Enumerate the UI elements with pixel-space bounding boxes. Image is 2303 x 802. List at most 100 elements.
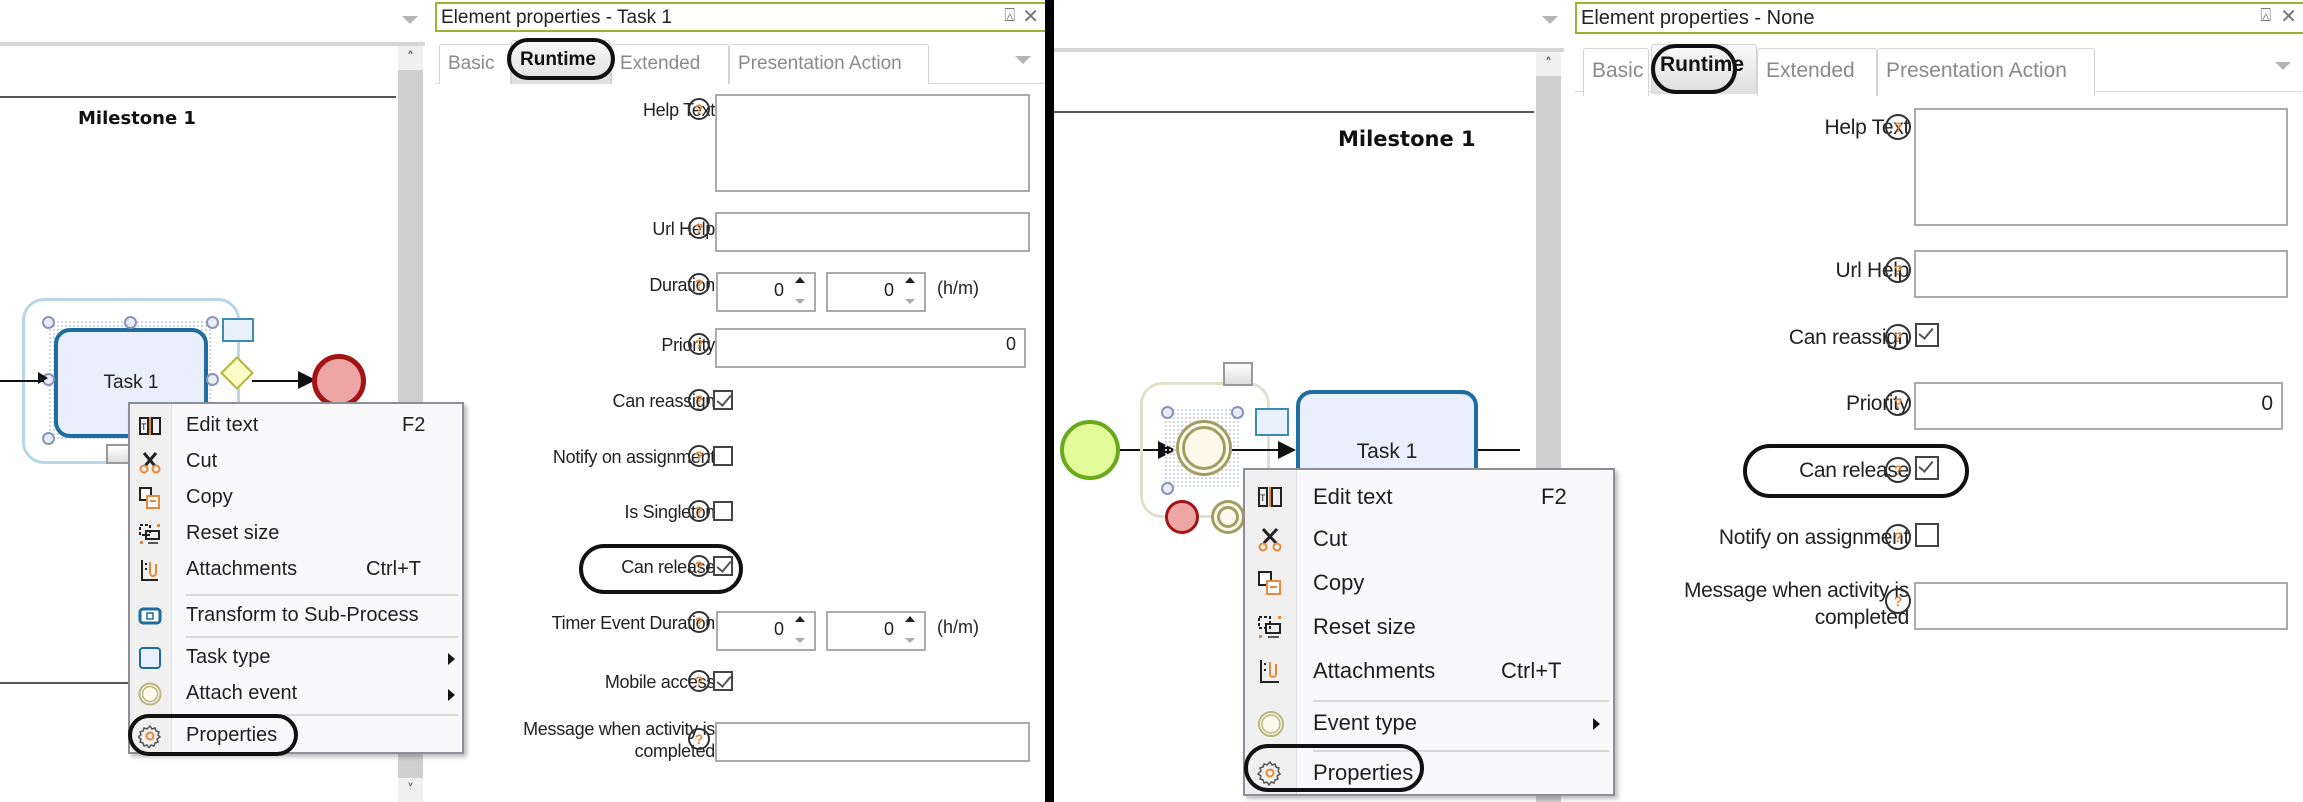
menu-item-cut[interactable]: Cut [130, 444, 462, 480]
help-icon[interactable]: ? [1885, 524, 1911, 550]
url-help-input[interactable] [1914, 250, 2288, 298]
scroll-down-arrow[interactable]: ˅ [398, 778, 423, 802]
resize-handle[interactable] [206, 373, 219, 386]
can-reassign-checkbox[interactable] [713, 390, 733, 410]
resize-handle[interactable] [1231, 406, 1244, 419]
help-text-textarea[interactable] [715, 94, 1030, 192]
menu-item-event-type[interactable]: Event type [1245, 702, 1613, 746]
spin-up-icon[interactable] [905, 277, 915, 283]
menu-item-reset-size[interactable]: Reset size [130, 516, 462, 552]
menu-item-task-type[interactable]: Task type [130, 640, 462, 676]
menu-item-edit-text[interactable]: T Edit text F2 [130, 408, 462, 444]
priority-input[interactable]: 0 [1914, 382, 2283, 430]
tabs-overflow-icon[interactable] [2275, 62, 2291, 70]
menu-item-attach-event[interactable]: Attach event [130, 676, 462, 712]
notify-on-assignment-checkbox[interactable] [713, 446, 733, 466]
duration-minutes-spinner[interactable]: 0 [826, 272, 926, 312]
annotation-shortcut[interactable] [1223, 362, 1253, 386]
menu-item-cut[interactable]: Cut [1245, 518, 1613, 562]
canvas-dropdown-icon[interactable] [1542, 16, 1558, 24]
spin-down-icon[interactable] [795, 299, 805, 304]
tab-basic[interactable]: Basic [1583, 48, 1649, 96]
annotation-shortcut[interactable] [106, 444, 130, 464]
menu-item-edit-text[interactable]: T Edit text F2 [1245, 474, 1613, 518]
message-completed-input[interactable] [1914, 582, 2288, 630]
duration-hours-spinner[interactable]: 0 [716, 272, 816, 312]
is-singleton-checkbox[interactable] [713, 501, 733, 521]
notify-on-assignment-checkbox[interactable] [1915, 523, 1939, 547]
add-task-shortcut[interactable] [1255, 408, 1289, 436]
tab-extended[interactable]: Extended [1757, 48, 1877, 96]
help-icon[interactable]: ? [688, 389, 710, 411]
add-task-shortcut[interactable] [222, 318, 254, 342]
message-completed-input[interactable] [715, 722, 1030, 762]
menu-item-label: Task type [186, 646, 271, 668]
help-icon[interactable]: ? [688, 273, 710, 295]
start-event[interactable] [1060, 420, 1120, 480]
help-icon[interactable]: ? [1885, 390, 1911, 416]
close-icon[interactable]: ✕ [1022, 4, 1039, 28]
timer-hours-spinner[interactable]: 0 [716, 611, 816, 651]
menu-item-copy[interactable]: Copy [1245, 562, 1613, 606]
help-icon[interactable]: ? [688, 98, 710, 120]
spin-down-icon[interactable] [795, 638, 805, 643]
menu-item-properties[interactable]: Properties [130, 718, 462, 754]
resize-handle[interactable] [124, 316, 137, 329]
end-event-shortcut[interactable] [1165, 500, 1199, 534]
can-reassign-checkbox[interactable] [1915, 323, 1939, 347]
spin-up-icon[interactable] [795, 616, 805, 622]
tab-presentation-action[interactable]: Presentation Action [1877, 48, 2095, 96]
tab-presentation-action[interactable]: Presentation Action [729, 44, 929, 84]
pin-icon[interactable]: ⍓ [2260, 5, 2271, 26]
menu-item-reset-size[interactable]: Reset size [1245, 606, 1613, 650]
tab-runtime[interactable]: Runtime [511, 40, 611, 84]
menu-item-properties[interactable]: Properties [1245, 752, 1613, 796]
help-icon[interactable]: ? [688, 555, 710, 577]
help-icon[interactable]: ? [1885, 324, 1911, 350]
menu-item-copy[interactable]: Copy [130, 480, 462, 516]
spin-down-icon[interactable] [905, 638, 915, 643]
pin-icon[interactable]: ⍓ [1004, 5, 1015, 26]
help-icon[interactable]: ? [1885, 588, 1911, 614]
tab-runtime[interactable]: Runtime [1651, 44, 1757, 94]
timer-minutes-spinner[interactable]: 0 [826, 611, 926, 651]
help-icon[interactable]: ? [1885, 457, 1911, 483]
can-release-checkbox[interactable] [1915, 456, 1939, 480]
help-icon[interactable]: ? [1885, 257, 1911, 283]
scroll-up-arrow[interactable]: ˄ [398, 46, 423, 70]
resize-handle[interactable] [1161, 482, 1174, 495]
resize-handle[interactable] [42, 316, 55, 329]
end-event[interactable] [312, 354, 366, 408]
priority-input[interactable]: 0 [715, 328, 1026, 368]
help-icon[interactable]: ? [688, 333, 710, 355]
tab-basic[interactable]: Basic [439, 44, 511, 84]
help-icon[interactable]: ? [688, 217, 710, 239]
intermediate-event[interactable] [1176, 420, 1232, 476]
help-text-textarea[interactable] [1914, 108, 2288, 226]
scroll-up-arrow[interactable]: ˄ [1536, 52, 1561, 76]
help-icon[interactable]: ? [688, 445, 710, 467]
spin-up-icon[interactable] [905, 616, 915, 622]
tabs-overflow-icon[interactable] [1015, 56, 1031, 64]
help-icon[interactable]: ? [688, 670, 710, 692]
help-icon[interactable]: ? [688, 611, 710, 633]
url-help-input[interactable] [715, 212, 1030, 252]
help-icon[interactable]: ? [1885, 114, 1911, 140]
intermediate-event-shortcut[interactable] [1211, 500, 1245, 534]
menu-item-attachments[interactable]: Attachments Ctrl+T [130, 552, 462, 588]
panel-header: Element properties - Task 1 ⍓ ✕ [435, 2, 1045, 32]
help-icon[interactable]: ? [688, 728, 710, 750]
menu-item-transform-subprocess[interactable]: Transform to Sub-Process [130, 598, 462, 634]
resize-handle[interactable] [42, 432, 55, 445]
close-icon[interactable]: ✕ [2280, 4, 2297, 28]
resize-handle[interactable] [1161, 406, 1174, 419]
tab-extended[interactable]: Extended [611, 44, 729, 84]
help-icon[interactable]: ? [688, 500, 710, 522]
mobile-access-checkbox[interactable] [713, 671, 733, 691]
spin-down-icon[interactable] [905, 299, 915, 304]
canvas-dropdown-icon[interactable] [402, 16, 418, 24]
can-release-checkbox[interactable] [713, 556, 733, 576]
menu-item-attachments[interactable]: Attachments Ctrl+T [1245, 650, 1613, 694]
spin-up-icon[interactable] [795, 277, 805, 283]
resize-handle[interactable] [206, 316, 219, 329]
